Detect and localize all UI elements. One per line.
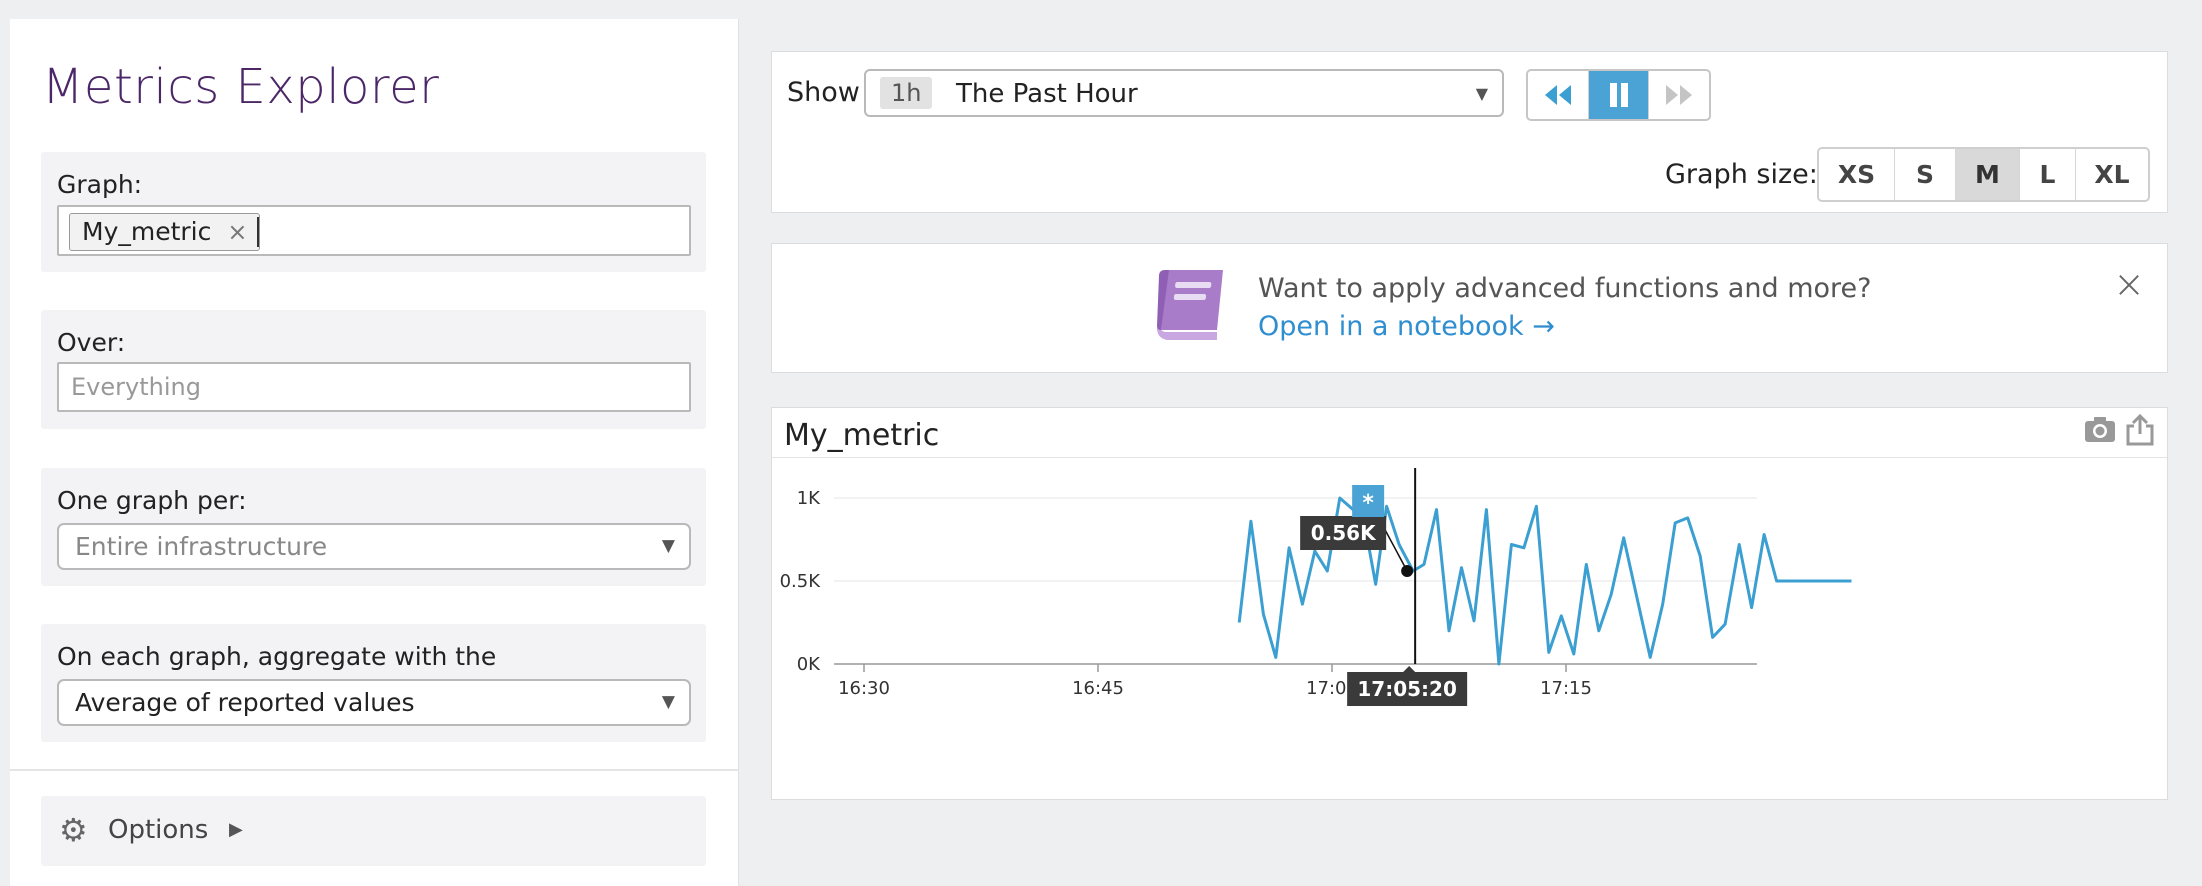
options-toggle[interactable]: ⚙ Options ▶	[41, 796, 706, 866]
hover-time-pointer	[1403, 666, 1416, 672]
remove-tag-icon[interactable]: ×	[227, 214, 247, 250]
metric-tag: My_metric ×	[69, 213, 261, 251]
page-title: Metrics Explorer	[42, 59, 440, 115]
fast-forward-button[interactable]	[1649, 71, 1709, 119]
over-input[interactable]: Everything	[57, 362, 691, 412]
one-graph-per-box: One graph per: Entire infrastructure ▼	[41, 468, 706, 586]
graph-title: My_metric	[784, 418, 940, 453]
graph-metric-input[interactable]: My_metric ×	[57, 205, 691, 256]
graph-panel: My_metric 0K 0.5K 1K 16:30 16:45 17:00 17:15 0.…	[771, 407, 2168, 800]
graph-size-selector: XS S M L XL	[1817, 147, 2150, 202]
y-tick-label: 1K	[797, 488, 821, 509]
size-xs-button[interactable]: XS	[1819, 149, 1895, 200]
event-marker-label: *	[1362, 491, 1374, 516]
over-label: Over:	[57, 328, 126, 357]
hover-value-label: 0.56K	[1311, 521, 1377, 545]
graph-field-box: Graph: My_metric ×	[41, 152, 706, 272]
fast-forward-icon	[1666, 85, 1693, 105]
timeframe-value: The Past Hour	[956, 79, 1138, 109]
rewind-button[interactable]	[1528, 71, 1589, 119]
size-m-button[interactable]: M	[1956, 149, 2020, 200]
over-field-box: Over: Everything	[41, 310, 706, 429]
size-l-button[interactable]: L	[2020, 149, 2076, 200]
rewind-icon	[1544, 85, 1571, 105]
metric-chart[interactable]: 0K0.5K1K16:30 16:45 17:00 17:150.56K*17:05:…	[772, 458, 2167, 798]
chevron-down-icon: ▼	[1475, 84, 1488, 103]
show-label: Show	[787, 77, 860, 108]
camera-icon[interactable]	[2083, 414, 2117, 444]
timeframe-select[interactable]: 1h The Past Hour ▼	[864, 69, 1504, 117]
aggregate-select[interactable]: Average of reported values ▼	[57, 679, 691, 726]
x-tick-label: 16:30	[838, 678, 890, 699]
over-placeholder: Everything	[71, 373, 201, 401]
notebook-icon	[1157, 270, 1223, 340]
gear-icon: ⚙	[59, 811, 88, 849]
pause-icon	[1609, 83, 1628, 107]
metric-tag-label: My_metric	[82, 217, 212, 246]
one-graph-per-value: Entire infrastructure	[75, 532, 328, 561]
share-icon[interactable]	[2125, 414, 2155, 446]
aggregate-box: On each graph, aggregate with the Averag…	[41, 624, 706, 742]
graph-size-label: Graph size:	[1665, 159, 1818, 190]
time-controls-panel: Show 1h The Past Hour ▼ Graph size: XS S…	[771, 51, 2168, 213]
text-cursor	[257, 217, 259, 247]
metrics-explorer-sidebar: Metrics Explorer Graph: My_metric × Over…	[10, 19, 739, 886]
one-graph-per-select[interactable]: Entire infrastructure ▼	[57, 523, 691, 570]
graph-label: Graph:	[57, 170, 143, 199]
chevron-down-icon: ▼	[661, 536, 675, 556]
banner-message: Want to apply advanced functions and mor…	[1258, 273, 1872, 304]
timeframe-badge: 1h	[880, 77, 933, 109]
size-s-button[interactable]: S	[1895, 149, 1956, 200]
one-graph-per-label: One graph per:	[57, 486, 247, 515]
notebook-banner: Want to apply advanced functions and mor…	[771, 243, 2168, 373]
open-notebook-link[interactable]: Open in a notebook →	[1258, 311, 1555, 342]
hover-time-label: 17:05:20	[1357, 677, 1457, 701]
x-tick-label: 17:15	[1540, 678, 1592, 699]
y-tick-label: 0K	[797, 654, 821, 675]
x-tick-label: 16:45	[1072, 678, 1124, 699]
close-icon[interactable]: ×	[2113, 262, 2145, 306]
options-label: Options	[108, 815, 209, 845]
aggregate-value: Average of reported values	[75, 688, 415, 717]
chevron-down-icon: ▼	[661, 692, 675, 712]
y-tick-label: 0.5K	[780, 571, 822, 592]
pause-button[interactable]	[1588, 71, 1650, 119]
playback-controls	[1526, 69, 1711, 121]
aggregate-label: On each graph, aggregate with the	[57, 642, 497, 671]
size-xl-button[interactable]: XL	[2076, 149, 2148, 200]
divider	[10, 769, 739, 771]
caret-right-icon: ▶	[229, 819, 243, 840]
